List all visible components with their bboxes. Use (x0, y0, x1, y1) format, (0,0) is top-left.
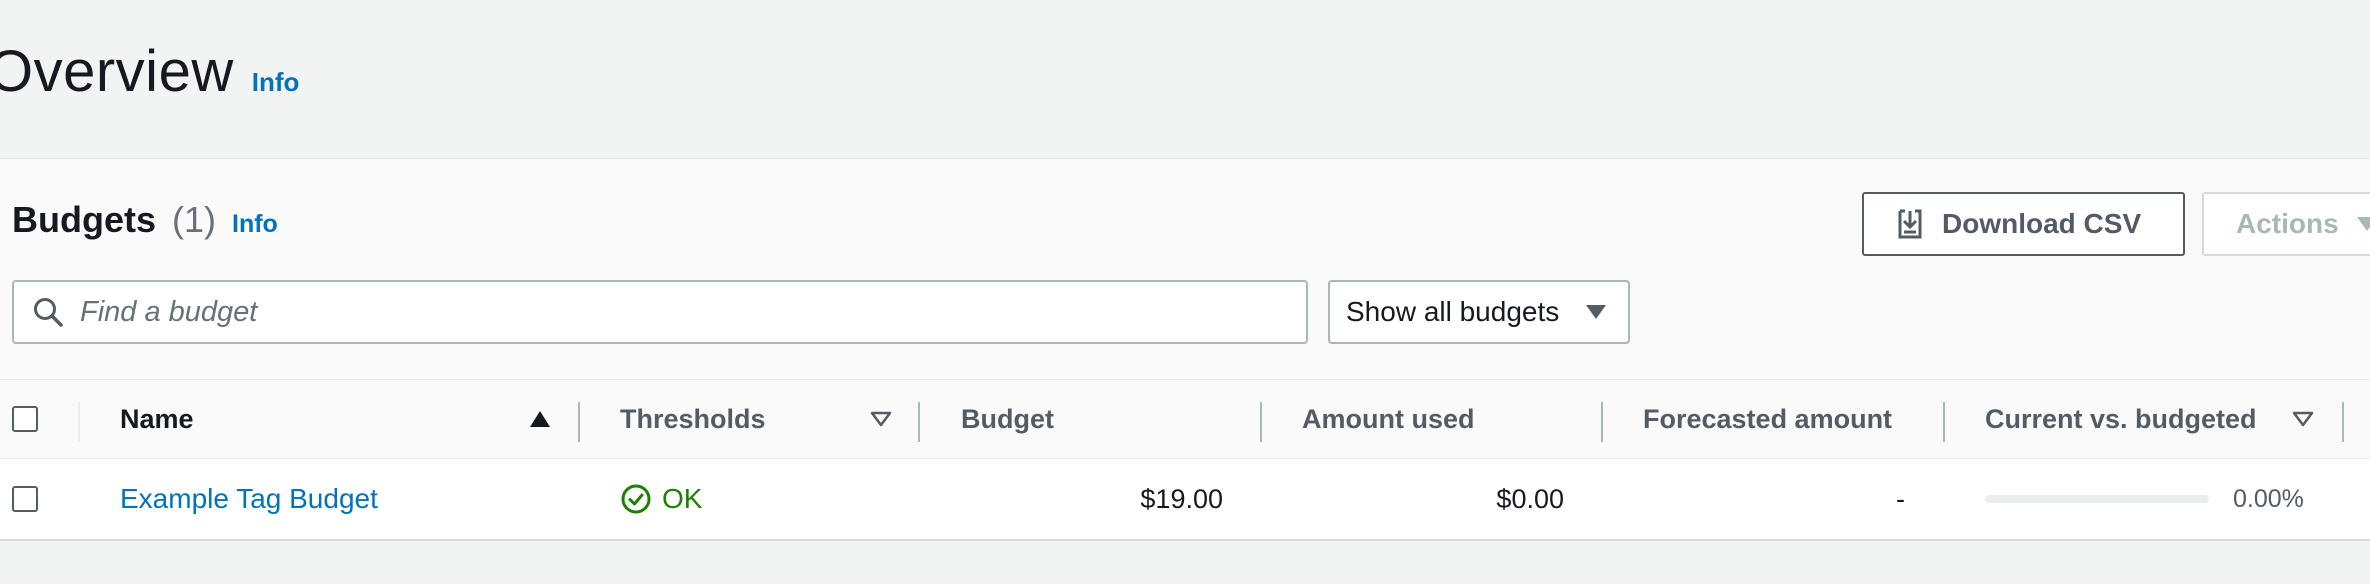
column-header-name[interactable]: Name (120, 380, 194, 458)
amount-used-cell: $0.00 (1302, 459, 1564, 539)
budget-name-cell: Example Tag Budget (120, 459, 378, 539)
status-ok-label: OK (662, 483, 703, 514)
column-divider[interactable] (1943, 402, 1945, 442)
search-field[interactable] (12, 280, 1308, 344)
search-input[interactable] (80, 295, 1280, 329)
column-header-thresholds-label: Thresholds (620, 403, 766, 434)
budgets-count: (1) (172, 199, 216, 240)
page-info-link[interactable]: Info (252, 67, 300, 98)
budget-amount: $19.00 (1140, 483, 1223, 514)
progress-bar (1985, 495, 2209, 503)
page: Overview Info Budgets (1) Info Download … (0, 0, 2370, 584)
column-header-amount-used[interactable]: Amount used (1302, 380, 1475, 458)
actions-button[interactable]: Actions (2202, 192, 2370, 256)
progress-percentage: 0.00% (2233, 484, 2304, 513)
budgets-container: Budgets (1) Info Download CSV Actions S (0, 158, 2370, 541)
column-divider[interactable] (1601, 402, 1603, 442)
download-csv-button[interactable]: Download CSV (1862, 192, 2185, 256)
column-divider (78, 402, 80, 442)
check-circle-icon (621, 484, 651, 514)
caret-down-icon (2356, 217, 2370, 231)
threshold-status-cell: OK (620, 459, 702, 539)
status-ok: OK (620, 483, 702, 515)
table-row: Example Tag Budget OK $19.00 $0.00 - 0.0… (0, 459, 2370, 541)
page-header: Overview Info (0, 38, 299, 105)
budget-filter-select[interactable]: Show all budgets (1328, 280, 1630, 344)
column-header-forecasted-label: Forecasted amount (1643, 403, 1893, 434)
actions-label: Actions (2236, 208, 2339, 239)
sort-descending-outline-icon[interactable] (2292, 411, 2314, 427)
thresholds-sort-cell (870, 380, 892, 458)
column-divider[interactable] (578, 402, 580, 442)
current-vs-budgeted-cell: 0.00% (1985, 459, 2305, 539)
download-icon (1898, 209, 1922, 239)
forecasted-amount: - (1896, 483, 1905, 514)
sort-descending-outline-icon[interactable] (870, 411, 892, 427)
current-vs-budgeted-sort-cell (2292, 380, 2314, 458)
budgets-header: Budgets (1) Info (12, 199, 278, 241)
column-divider[interactable] (2342, 402, 2344, 442)
column-header-amount-used-label: Amount used (1302, 403, 1475, 434)
row-select-cell (12, 459, 38, 539)
row-checkbox[interactable] (12, 486, 38, 512)
column-header-forecasted[interactable]: Forecasted amount (1643, 380, 1892, 458)
column-header-budget[interactable]: Budget (961, 380, 1054, 458)
column-header-current-vs-budgeted[interactable]: Current vs. budgeted (1985, 380, 2257, 458)
budget-name-link[interactable]: Example Tag Budget (120, 483, 378, 515)
column-divider[interactable] (918, 402, 920, 442)
column-header-budget-label: Budget (961, 403, 1054, 434)
select-all-checkbox[interactable] (12, 406, 38, 432)
amount-used: $0.00 (1496, 483, 1564, 514)
budget-filter-value: Show all budgets (1346, 296, 1560, 327)
caret-down-icon (1586, 305, 1606, 319)
forecasted-cell: - (1643, 459, 1905, 539)
download-csv-label: Download CSV (1942, 208, 2142, 239)
budget-amount-cell: $19.00 (961, 459, 1223, 539)
search-icon (34, 298, 63, 327)
column-header-name-label: Name (120, 403, 194, 434)
column-header-current-vs-budgeted-label: Current vs. budgeted (1985, 403, 2257, 434)
table-header-row: Name Thresholds Budget Amount used Forec… (0, 379, 2370, 459)
header-select-cell (12, 380, 38, 458)
budgets-info-link[interactable]: Info (232, 210, 278, 239)
column-header-thresholds[interactable]: Thresholds (620, 380, 766, 458)
budgets-table: Name Thresholds Budget Amount used Forec… (0, 379, 2370, 541)
budgets-title: Budgets (12, 199, 156, 240)
column-divider[interactable] (1260, 402, 1262, 442)
sort-ascending-cell (530, 380, 550, 458)
sort-ascending-icon[interactable] (530, 411, 550, 427)
page-title: Overview (0, 39, 234, 104)
